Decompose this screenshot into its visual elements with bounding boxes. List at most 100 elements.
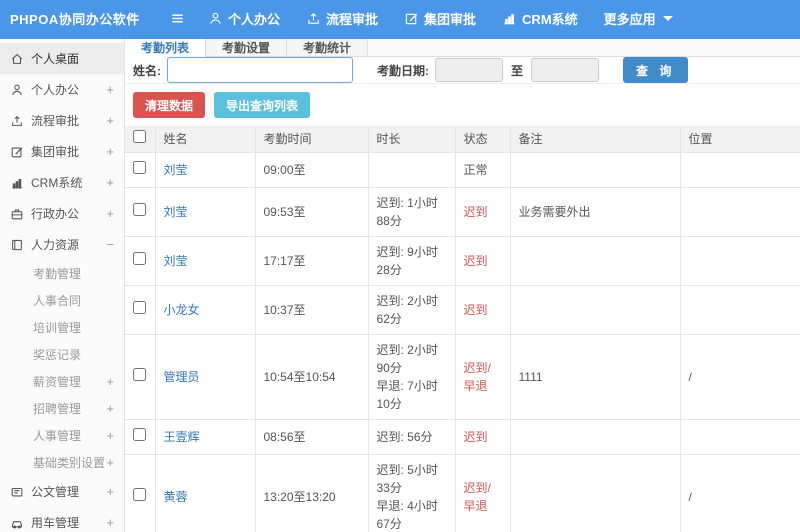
sidebar-item-label: 考勤管理 [33,267,82,281]
main-content: 考勤列表 考勤设置 考勤统计 姓名: 考勤日期: 至 查 询 清理数据 导出查询列表… [125,39,800,532]
duration-line: 迟到: 1小时88分 [376,196,438,228]
topnav-item-5[interactable]: 更多应用 [604,9,673,28]
date-to-input[interactable] [531,58,600,82]
sidebar-item-label: 流程审批 [31,114,80,128]
employee-name-link[interactable]: 小龙女 [164,303,200,317]
sidebar-item-人力资源[interactable]: 人力资源 − [0,229,124,260]
employee-name-link[interactable]: 王壹辉 [164,430,200,444]
sidebar-item-培训管理[interactable]: 培训管理 [0,314,124,341]
collapse-minus-icon[interactable]: − [106,237,116,252]
expand-plus-icon[interactable]: + [106,144,116,159]
sidebar-item-CRM系统[interactable]: CRM系统 + [0,167,124,198]
status-badge: 迟到 [463,303,488,317]
edit-approve-icon [10,145,24,159]
employee-name-link[interactable]: 黄蓉 [164,490,188,504]
book-icon [10,238,24,252]
sidebar-item-集团审批[interactable]: 集团审批 + [0,136,124,167]
duration-line: 迟到: 2小时90分 [376,343,438,375]
topnav-item-3[interactable]: 集团审批 [404,9,476,28]
attendance-table: 姓名 考勤时间 时长 状态 备注 位置 刘莹 09:00至 正常 刘莹 09:53至 迟到: 1小时… [125,126,800,532]
table-actions: 清理数据 导出查询列表 [125,84,800,126]
sidebar-item-label: 培训管理 [33,321,82,335]
note-cell: 1111 [509,334,681,420]
expand-plus-icon[interactable]: + [106,515,116,530]
sidebar-item-薪资管理[interactable]: 薪资管理 + [0,368,124,395]
sidebar-item-人事管理[interactable]: 人事管理 + [0,422,124,449]
duration-cell [367,152,456,188]
tab-bar: 考勤列表 考勤设置 考勤统计 [125,39,800,57]
sidebar-item-考勤管理[interactable]: 考勤管理 [0,260,124,287]
location-cell [679,152,800,188]
row-checkbox[interactable] [133,428,147,441]
sidebar-item-基础类别设置[interactable]: 基础类别设置 + [0,449,124,476]
topnav-label: 更多应用 [603,11,656,27]
tab-考勤统计[interactable]: 考勤统计 [287,39,369,56]
duration-line: 迟到: 5小时33分 [376,463,438,495]
status-badge: 正常 [463,163,488,177]
column-header-姓名: 姓名 [154,126,256,153]
sidebar-item-个人办公[interactable]: 个人办公 + [0,74,124,105]
expand-plus-icon[interactable]: + [106,484,116,499]
duration-line: 早退: 4小时67分 [376,499,438,531]
export-list-button[interactable]: 导出查询列表 [214,92,311,118]
flow-approve-icon [306,11,321,26]
employee-name-link[interactable]: 刘莹 [164,163,188,177]
clean-data-button[interactable]: 清理数据 [133,92,206,118]
expand-plus-icon[interactable]: + [106,374,116,389]
topnav-item-4[interactable]: CRM系统 [502,9,578,28]
note-cell [509,285,681,335]
topnav-item-1[interactable]: 个人办公 [208,9,280,28]
row-checkbox[interactable] [133,368,147,381]
employee-name-link[interactable]: 刘莹 [164,205,188,219]
tab-考勤设置[interactable]: 考勤设置 [206,39,288,56]
column-header-时长: 时长 [367,126,456,153]
employee-name-link[interactable]: 管理员 [164,370,200,384]
app-logo: PHPOA协同办公软件 [10,11,140,27]
expand-plus-icon[interactable]: + [106,428,116,443]
date-from-input[interactable] [435,58,503,82]
row-checkbox[interactable] [133,252,147,265]
expand-plus-icon[interactable]: + [106,401,116,416]
sidebar-item-个人桌面[interactable]: 个人桌面 [0,43,124,74]
search-button[interactable]: 查 询 [623,57,689,83]
sidebar-item-奖惩记录[interactable]: 奖惩记录 [0,341,124,368]
attendance-time-cell: 09:00至 [254,152,369,188]
row-checkbox[interactable] [133,301,147,314]
location-cell [679,187,800,237]
sidebar-item-label: 个人桌面 [31,52,80,66]
expand-plus-icon[interactable]: + [106,455,116,470]
sidebar-item-label: 奖惩记录 [33,348,82,362]
select-all-checkbox[interactable] [133,130,147,143]
name-input[interactable] [167,57,353,83]
hamburger-icon[interactable] [160,11,194,26]
note-cell [509,152,681,188]
duration-line: 迟到: 2小时62分 [376,294,438,326]
sidebar-item-流程审批[interactable]: 流程审批 + [0,105,124,136]
location-cell [679,419,800,455]
attendance-time-cell: 09:53至 [254,187,369,237]
sidebar-item-用车管理[interactable]: 用车管理 + [0,507,124,532]
duration-line: 迟到: 9小时28分 [376,245,438,277]
status-badge: 迟到 [463,254,488,268]
topnav-item-2[interactable]: 流程审批 [306,9,378,28]
status-badge: 迟到/早退 [463,361,491,393]
expand-plus-icon[interactable]: + [106,82,116,97]
expand-plus-icon[interactable]: + [106,175,116,190]
employee-name-link[interactable]: 刘莹 [164,254,188,268]
sidebar-item-行政办公[interactable]: 行政办公 + [0,198,124,229]
column-header-位置: 位置 [679,126,800,153]
sidebar-item-公文管理[interactable]: 公文管理 + [0,476,124,507]
row-checkbox[interactable] [133,161,147,174]
expand-plus-icon[interactable]: + [106,206,116,221]
expand-plus-icon[interactable]: + [106,113,116,128]
row-checkbox[interactable] [133,203,147,216]
document-icon [10,485,24,499]
sidebar-item-label: 个人办公 [31,83,80,97]
sidebar-item-招聘管理[interactable]: 招聘管理 + [0,395,124,422]
status-badge: 迟到/早退 [463,481,491,513]
sidebar-item-人事合同[interactable]: 人事合同 [0,287,124,314]
tab-考勤列表[interactable]: 考勤列表 [125,39,207,57]
duration-cell: 迟到: 56分 [367,419,456,455]
table-body: 刘莹 09:00至 正常 刘莹 09:53至 迟到: 1小时88分 迟到 业务需要外出 刘莹 17… [125,152,800,532]
row-checkbox[interactable] [133,488,147,501]
